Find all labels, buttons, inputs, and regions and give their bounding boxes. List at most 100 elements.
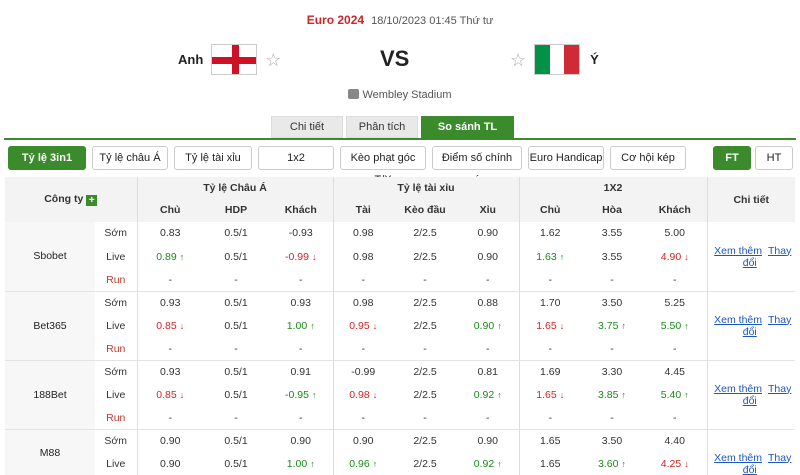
filter-euro-handicap[interactable]: Euro Handicap xyxy=(528,146,604,170)
company-name: Bet365 xyxy=(5,291,95,361)
favorite-star-icon[interactable]: ☆ xyxy=(265,51,281,69)
odds-value: - xyxy=(673,411,677,424)
subheader: Chủ xyxy=(518,198,581,222)
odds-cell: - xyxy=(136,268,203,292)
favorite-star-icon[interactable]: ☆ xyxy=(510,51,526,69)
detail-cell xyxy=(706,429,795,452)
odds-cell: 0.90 xyxy=(136,451,203,475)
tab-detail[interactable]: Chi tiết xyxy=(271,116,343,138)
filter-3in1[interactable]: Tỷ lệ 3in1 xyxy=(8,146,86,170)
add-icon[interactable]: + xyxy=(86,195,98,206)
row-type-label: Live xyxy=(106,250,126,263)
odds-cell: 0.5/1 xyxy=(203,314,269,338)
view-more-link[interactable]: Xem thêm xyxy=(714,245,762,257)
odds-value: 5.50 xyxy=(660,319,682,332)
odds-value: 0.92 xyxy=(473,388,495,401)
tab-analysis[interactable]: Phân tích xyxy=(346,116,418,138)
table-row: Run - - - - - - - - - xyxy=(5,406,795,430)
odds-value: - xyxy=(548,273,553,286)
league-name[interactable]: Euro 2024 xyxy=(307,13,364,27)
arrow-up-icon: ↑ xyxy=(684,389,689,400)
odds-filter-bar: Tỷ lệ 3in1 Tỷ lệ châu Á Tỷ lệ tài xỉu 1x… xyxy=(8,146,686,186)
odds-value: 1.62 xyxy=(540,227,561,240)
period-ht[interactable]: HT xyxy=(755,146,793,170)
arrow-down-icon: ↓ xyxy=(179,389,185,400)
odds-value: 0.83 xyxy=(160,227,181,240)
filter-corner[interactable]: Kèo phạt góc T/X xyxy=(340,146,426,186)
table-row: Bet365 Sớm 0.93 0.5/1 0.93 0.98 2/2.5 0.88 1.70 3… xyxy=(5,291,795,361)
filter-1x2[interactable]: 1x2 xyxy=(258,146,334,170)
odds-cell: - xyxy=(203,406,269,430)
arrow-down-icon: ↓ xyxy=(559,389,565,400)
odds-cell: - xyxy=(203,268,269,292)
period-ft[interactable]: FT xyxy=(713,146,751,170)
odds-value: 4.25 xyxy=(660,457,682,470)
table-row: Run - - - - - - - - - xyxy=(5,268,795,292)
tab-underline xyxy=(4,138,796,140)
odds-cell: 3.85 ↑ xyxy=(581,383,643,407)
odds-cell: 5.40 ↑ xyxy=(643,383,707,407)
arrow-down-icon: ↓ xyxy=(372,320,378,331)
detail-cell: Xem thêm Thay đổi xyxy=(706,313,795,338)
odds-cell: 0.5/1 xyxy=(203,291,269,314)
odds-cell: 1.70 xyxy=(518,291,581,314)
company-header: Công ty + xyxy=(5,177,137,222)
filter-asian[interactable]: Tỷ lệ châu Á xyxy=(92,146,168,170)
odds-value: 2/2.5 xyxy=(413,319,437,332)
odds-cell: - xyxy=(393,406,457,430)
subheader: Tài xyxy=(332,198,393,222)
tab-compare-odds[interactable]: So sánh TL xyxy=(421,116,514,138)
filter-correct-score[interactable]: Điểm số chính xác xyxy=(432,146,522,186)
odds-value: 0.95 xyxy=(349,319,370,332)
subheader: Hòa xyxy=(581,198,643,222)
filter-over-under[interactable]: Tỷ lệ tài xỉu xyxy=(174,146,252,170)
odds-cell: 0.98 xyxy=(332,222,393,245)
odds-value: 0.90 xyxy=(160,434,181,447)
odds-cell: 1.65 ↓ xyxy=(518,382,581,407)
odds-value: - xyxy=(168,411,173,424)
odds-cell: 1.65 xyxy=(518,451,581,475)
odds-value: 3.75 xyxy=(598,319,619,332)
arrow-down-icon: ↓ xyxy=(311,251,317,262)
odds-cell: 0.5/1 xyxy=(203,245,269,269)
odds-cell: 3.30 xyxy=(581,360,643,383)
row-type-label: Live xyxy=(95,451,137,475)
odds-value: 0.5/1 xyxy=(224,365,248,378)
odds-value: 0.5/1 xyxy=(224,457,248,470)
odds-cell: 0.5/1 xyxy=(203,222,269,245)
odds-value: 5.00 xyxy=(664,227,685,240)
odds-value: - xyxy=(361,342,366,355)
row-type-label: Run xyxy=(95,406,137,430)
view-more-link[interactable]: Xem thêm xyxy=(714,452,762,464)
detail-cell xyxy=(706,337,795,361)
odds-value: - xyxy=(673,342,677,355)
odds-cell: - xyxy=(518,337,581,361)
company-name: 188Bet xyxy=(5,360,95,430)
view-more-link[interactable]: Xem thêm xyxy=(714,314,762,326)
odds-value: - xyxy=(610,342,614,355)
odds-cell: 4.25 ↓ xyxy=(643,451,707,475)
away-team-name[interactable]: Ý xyxy=(590,52,599,67)
odds-cell: - xyxy=(643,337,707,361)
odds-cell: 5.00 xyxy=(643,222,707,245)
odds-value: 0.90 xyxy=(477,227,498,240)
arrow-up-icon: ↑ xyxy=(179,251,185,262)
odds-value: 0.92 xyxy=(473,457,495,470)
vs-label: VS xyxy=(380,46,410,71)
league-line: Euro 2024 18/10/2023 01:45 Thứ tư xyxy=(0,13,800,27)
odds-value: - xyxy=(168,273,173,286)
odds-cell: 3.60 ↑ xyxy=(581,451,643,475)
view-more-link[interactable]: Xem thêm xyxy=(714,383,762,395)
odds-cell: 1.62 xyxy=(518,222,581,245)
odds-cell: - xyxy=(393,268,457,292)
odds-cell: 1.65 ↓ xyxy=(518,313,581,338)
odds-cell: 0.5/1 xyxy=(203,360,269,383)
odds-cell: 0.93 xyxy=(136,360,203,383)
table-row: Sbobet Sớm 0.83 0.5/1 -0.93 0.98 2/2.5 0.90 1.62… xyxy=(5,222,795,292)
odds-value: 0.98 xyxy=(349,388,370,401)
group-over-under-header: Tỷ lệ tài xỉu xyxy=(332,177,519,198)
home-team-name[interactable]: Anh xyxy=(178,52,203,67)
match-datetime: 18/10/2023 01:45 Thứ tư xyxy=(371,15,494,27)
odds-cell: 0.83 xyxy=(136,222,203,245)
filter-double-chance[interactable]: Cơ hội kép xyxy=(610,146,686,170)
